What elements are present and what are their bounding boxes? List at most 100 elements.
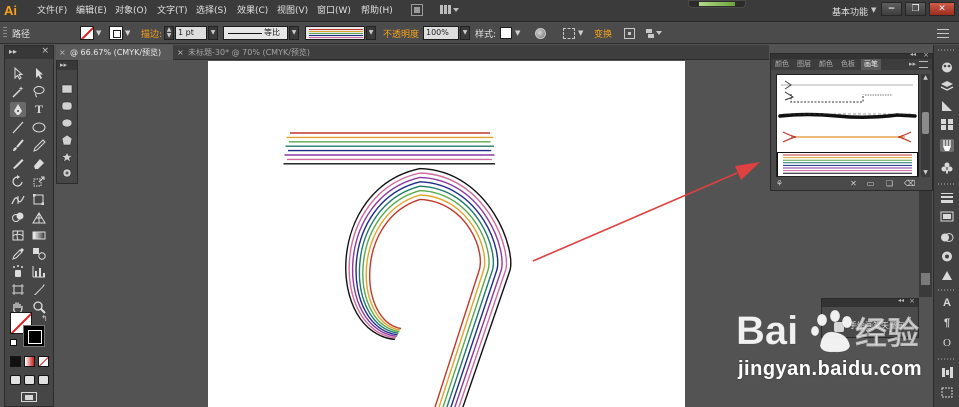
- recolor-artwork-icon[interactable]: [535, 28, 546, 39]
- stroke-swatch[interactable]: [109, 26, 123, 40]
- menu-effect[interactable]: 效果(C): [237, 5, 268, 17]
- close-icon[interactable]: ×: [41, 46, 49, 56]
- gradient-mode-icon[interactable]: [24, 356, 35, 367]
- brush-definition-field[interactable]: [305, 26, 365, 40]
- brush-libraries-icon[interactable]: ⚘: [775, 179, 784, 188]
- transform-panel-icon[interactable]: [940, 386, 954, 399]
- tab-layers[interactable]: 图层: [797, 59, 811, 70]
- mesh-tool[interactable]: [10, 228, 26, 243]
- menu-object[interactable]: 对象(O): [115, 5, 147, 17]
- character-panel-icon[interactable]: A: [940, 297, 954, 310]
- artboard-tool[interactable]: [10, 282, 26, 297]
- bridge-icon[interactable]: [411, 4, 423, 16]
- menu-select[interactable]: 选择(S): [196, 5, 227, 17]
- gradient-panel-icon[interactable]: [940, 210, 954, 223]
- workspace-switcher[interactable]: 基本功能: [832, 5, 868, 18]
- symbols-panel-icon[interactable]: [940, 161, 954, 174]
- align-panel-icon[interactable]: [940, 366, 954, 379]
- panel-grip[interactable]: [3, 27, 7, 38]
- swap-fill-stroke-icon[interactable]: ↰: [41, 314, 48, 323]
- swatches-panel-icon[interactable]: [940, 118, 954, 131]
- dock-grip[interactable]: [938, 289, 956, 291]
- brush-options-icon[interactable]: ▭: [866, 179, 875, 188]
- brush-row-orange-arrow[interactable]: [777, 127, 918, 147]
- brush-list-scrollbar[interactable]: ▲ ▼: [921, 74, 930, 177]
- brush-row-rainbow-pattern[interactable]: [777, 152, 918, 176]
- magic-wand-tool[interactable]: [10, 84, 26, 99]
- color-mode-icon[interactable]: [10, 356, 21, 367]
- rectangle-tool[interactable]: [60, 83, 74, 95]
- polygon-tool[interactable]: [60, 134, 74, 146]
- lasso-tool[interactable]: [31, 84, 47, 99]
- isolate-icon[interactable]: [624, 28, 635, 39]
- stroke-panel-icon[interactable]: [940, 191, 954, 204]
- blend-tool[interactable]: [31, 246, 47, 261]
- default-colors-icon[interactable]: [10, 339, 17, 346]
- scroll-up-icon[interactable]: ▲: [921, 74, 930, 82]
- close-icon[interactable]: ×: [177, 45, 184, 60]
- chevron-down-icon[interactable]: ▼: [96, 29, 101, 37]
- artboard[interactable]: [208, 61, 685, 407]
- selection-tool[interactable]: [10, 66, 26, 81]
- rotate-tool[interactable]: [10, 174, 26, 189]
- column-graph-tool[interactable]: [31, 264, 47, 279]
- tab-color[interactable]: 颜色: [775, 59, 789, 70]
- panel-menu-icon[interactable]: [937, 29, 949, 38]
- draw-inside-icon[interactable]: [38, 375, 49, 385]
- opacity-label[interactable]: 不透明度: [383, 27, 419, 40]
- tab-document-1[interactable]: × @ 66.67% (CMYK/预览): [56, 45, 173, 60]
- direct-selection-tool[interactable]: [31, 66, 47, 81]
- collapse-icon[interactable]: ◂◂: [910, 51, 916, 58]
- tools-panel-header[interactable]: ▸▸ ×: [5, 46, 53, 59]
- graphic-styles-icon[interactable]: [940, 269, 954, 282]
- layers-panel-icon[interactable]: [940, 80, 954, 93]
- none-mode-icon[interactable]: [38, 356, 49, 367]
- menu-help[interactable]: 帮助(H): [361, 5, 393, 17]
- screen-mode-icon[interactable]: [21, 392, 37, 402]
- brush-row-dashed[interactable]: [777, 88, 918, 106]
- more-tabs-icon[interactable]: ▸▸: [909, 59, 916, 70]
- brush-row-charcoal[interactable]: [777, 106, 918, 124]
- transparency-panel-icon[interactable]: [940, 231, 954, 244]
- width-tool[interactable]: [10, 192, 26, 207]
- delete-brush-icon[interactable]: ⌫: [904, 179, 915, 188]
- chevron-down-icon[interactable]: ▼: [289, 26, 299, 40]
- slice-tool[interactable]: [31, 282, 47, 297]
- flyout-header[interactable]: ▸▸: [57, 61, 77, 70]
- chevron-down-icon[interactable]: ▼: [515, 29, 520, 37]
- graphic-style-swatch[interactable]: [500, 27, 512, 39]
- star-tool[interactable]: [60, 151, 74, 163]
- stroke-color-box[interactable]: [23, 325, 45, 347]
- panel-menu-icon[interactable]: [919, 61, 928, 68]
- brushes-panel-icon[interactable]: [940, 139, 954, 152]
- pencil-tool[interactable]: [31, 138, 47, 153]
- chevron-down-icon[interactable]: ▼: [208, 26, 218, 40]
- chevron-down-icon[interactable]: ▼: [871, 6, 876, 14]
- menu-edit[interactable]: 编辑(E): [76, 5, 107, 17]
- free-transform-tool[interactable]: [31, 192, 47, 207]
- tab-swatches[interactable]: 色板: [841, 59, 855, 70]
- chevron-down-icon[interactable]: ▼: [366, 26, 376, 40]
- stroke-weight-field[interactable]: 1 pt: [175, 26, 207, 40]
- stroke-weight-stepper[interactable]: ▲ ▼: [164, 26, 174, 40]
- tab-color-guide[interactable]: 颜色: [819, 59, 833, 70]
- paragraph-panel-icon[interactable]: ¶: [940, 317, 954, 330]
- perspective-grid-tool[interactable]: [31, 210, 47, 225]
- remove-brush-stroke-icon[interactable]: ✕: [849, 179, 858, 188]
- menu-window[interactable]: 窗口(W): [317, 5, 351, 17]
- chevron-down-icon[interactable]: ▼: [578, 29, 583, 37]
- scale-tool[interactable]: [31, 174, 47, 189]
- scrollbar-thumb[interactable]: [922, 112, 929, 134]
- chevron-down-icon[interactable]: ▼: [125, 29, 130, 37]
- blob-brush-tool[interactable]: [10, 156, 26, 171]
- menu-type[interactable]: 文字(T): [157, 5, 188, 17]
- arrange-icon[interactable]: [646, 28, 662, 39]
- line-segment-tool[interactable]: [10, 120, 26, 135]
- rounded-rectangle-tool[interactable]: [60, 100, 74, 112]
- tab-document-2[interactable]: × 未标题-30* @ 70% (CMYK/预览): [174, 45, 314, 60]
- tab-brushes[interactable]: 画笔: [861, 59, 881, 70]
- flare-tool[interactable]: [60, 167, 74, 179]
- restore-button[interactable]: ❐: [905, 2, 926, 16]
- chevron-down-icon[interactable]: ▼: [460, 26, 470, 40]
- dock-grip[interactable]: [938, 358, 956, 360]
